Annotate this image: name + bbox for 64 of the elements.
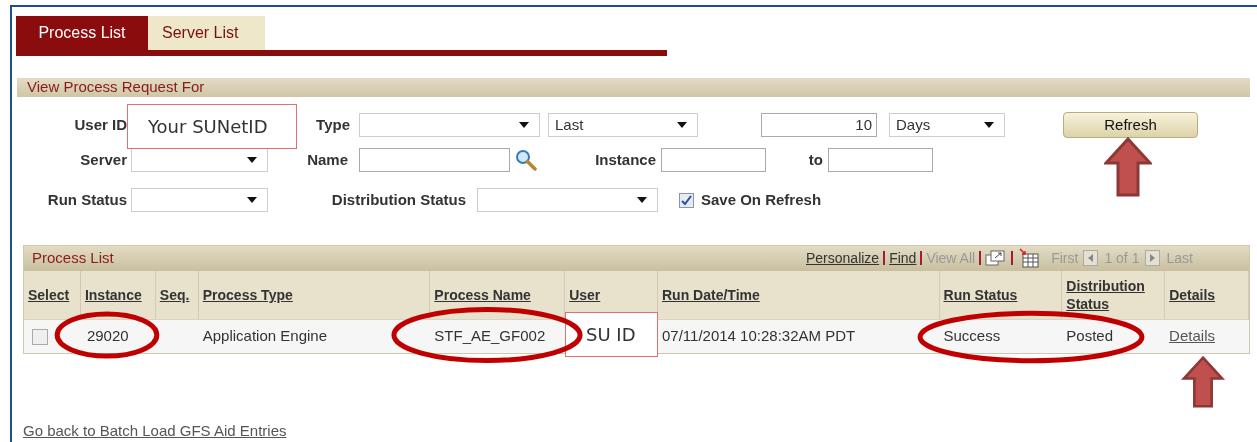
column-header[interactable]: Details [1169, 286, 1216, 304]
search-icon[interactable] [515, 149, 537, 171]
up-arrow [1104, 137, 1152, 197]
personalize-link[interactable]: Personalize [806, 247, 880, 269]
column-header[interactable]: Run Date/Time [662, 286, 760, 304]
input-field[interactable] [359, 148, 510, 172]
field-label: Run Status [46, 189, 127, 210]
column-header[interactable]: Distribution Status [1066, 277, 1161, 313]
checkbox[interactable] [679, 192, 694, 208]
field-label: Name [306, 149, 348, 170]
column-header[interactable]: Instance [84, 286, 142, 304]
caret-icon [677, 122, 687, 128]
field-label: to [807, 149, 823, 170]
caret-icon [519, 122, 529, 128]
field-label: Type [315, 114, 350, 135]
first-label: First [1051, 248, 1079, 268]
field-label: Server [79, 149, 127, 170]
field-label: User ID [73, 114, 127, 135]
table-cell-text: STF_AE_GF002 [434, 326, 546, 347]
dropdown[interactable] [359, 113, 540, 137]
table-cell-text: Posted [1066, 326, 1113, 347]
callout-box: Your SUNetID [127, 104, 297, 149]
refresh-button[interactable]: Refresh [1063, 112, 1198, 138]
table-cell-text: Success [943, 326, 1001, 347]
column-header[interactable]: Select [28, 286, 70, 304]
field-label: Distribution Status [330, 189, 466, 210]
input-field[interactable]: 10 [761, 113, 877, 137]
table-cell-text: 07/11/2014 10:28:32AM PDT [661, 326, 856, 347]
input-field[interactable] [828, 148, 933, 172]
table-cell-text: Application Engine [202, 326, 327, 347]
caret-icon [247, 197, 257, 203]
dropdown[interactable]: Days [889, 113, 1005, 137]
find-link[interactable]: Find [889, 247, 917, 269]
previous-icon [1083, 250, 1099, 266]
page-count: 1 of 1 [1104, 248, 1140, 268]
column-header[interactable]: Process Name [434, 286, 531, 304]
caret-icon [247, 157, 257, 163]
details-link[interactable]: Details [1169, 325, 1215, 348]
dropdown[interactable] [477, 188, 658, 212]
grid-download-icon[interactable] [1019, 248, 1040, 268]
new-window-icon[interactable] [985, 250, 1006, 266]
column-header[interactable]: User [569, 286, 601, 304]
column-header[interactable]: Run Status [943, 286, 1018, 304]
section-header: View Process Request For [17, 78, 1250, 97]
last-label: Last [1166, 248, 1193, 268]
callout-box: SU ID [565, 312, 658, 357]
tab[interactable]: Process List [16, 16, 148, 50]
column-header[interactable]: Seq. [159, 286, 190, 304]
row-checkbox[interactable] [32, 328, 48, 345]
grid-title: Process List [32, 248, 114, 269]
table-cell-text: 29020 [86, 326, 129, 347]
next-icon [1145, 250, 1161, 266]
dropdown[interactable] [131, 188, 268, 212]
back-link[interactable]: Go back to Batch Load GFS Aid Entries [23, 420, 287, 442]
up-arrow [1179, 356, 1227, 408]
input-field[interactable] [661, 148, 766, 172]
field-label: Instance [594, 149, 656, 170]
tab[interactable]: Server List [148, 16, 265, 50]
dropdown[interactable] [131, 148, 268, 172]
checkbox-label: Save On Refresh [701, 189, 822, 210]
caret-icon [984, 122, 994, 128]
dropdown[interactable]: Last [548, 113, 698, 137]
caret-icon [637, 197, 647, 203]
column-header[interactable]: Process Type [202, 286, 293, 304]
